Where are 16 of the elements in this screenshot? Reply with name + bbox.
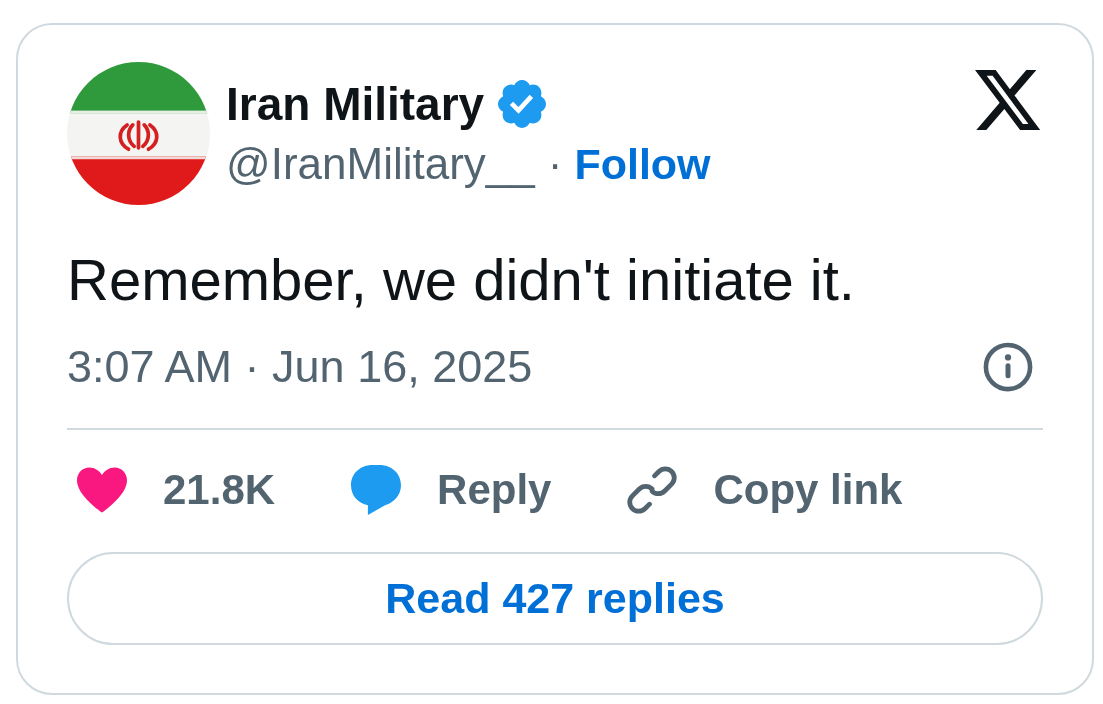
flag-avatar[interactable] <box>67 62 210 205</box>
heart-icon <box>77 465 127 515</box>
follow-link[interactable]: Follow <box>574 133 711 194</box>
read-replies-button[interactable]: Read 427 replies <box>67 552 1043 645</box>
info-icon[interactable] <box>983 342 1033 392</box>
like-button[interactable]: 21.8K <box>77 460 276 520</box>
link-icon <box>627 465 678 515</box>
tweet-text: Remember, we didn't initiate it. <box>67 247 856 313</box>
separator-dot: · <box>547 137 563 190</box>
author-handle: @IranMilitary__ <box>226 137 535 190</box>
copy-link-button[interactable]: Copy link <box>627 460 903 520</box>
reply-button[interactable]: Reply <box>351 460 552 520</box>
x-logo-icon[interactable] <box>975 70 1040 130</box>
tweet-timestamp: 3:07 AM · Jun 16, 2025 <box>67 341 533 393</box>
author-name: Iran Military <box>226 76 485 132</box>
speech-bubble-icon <box>351 465 402 515</box>
